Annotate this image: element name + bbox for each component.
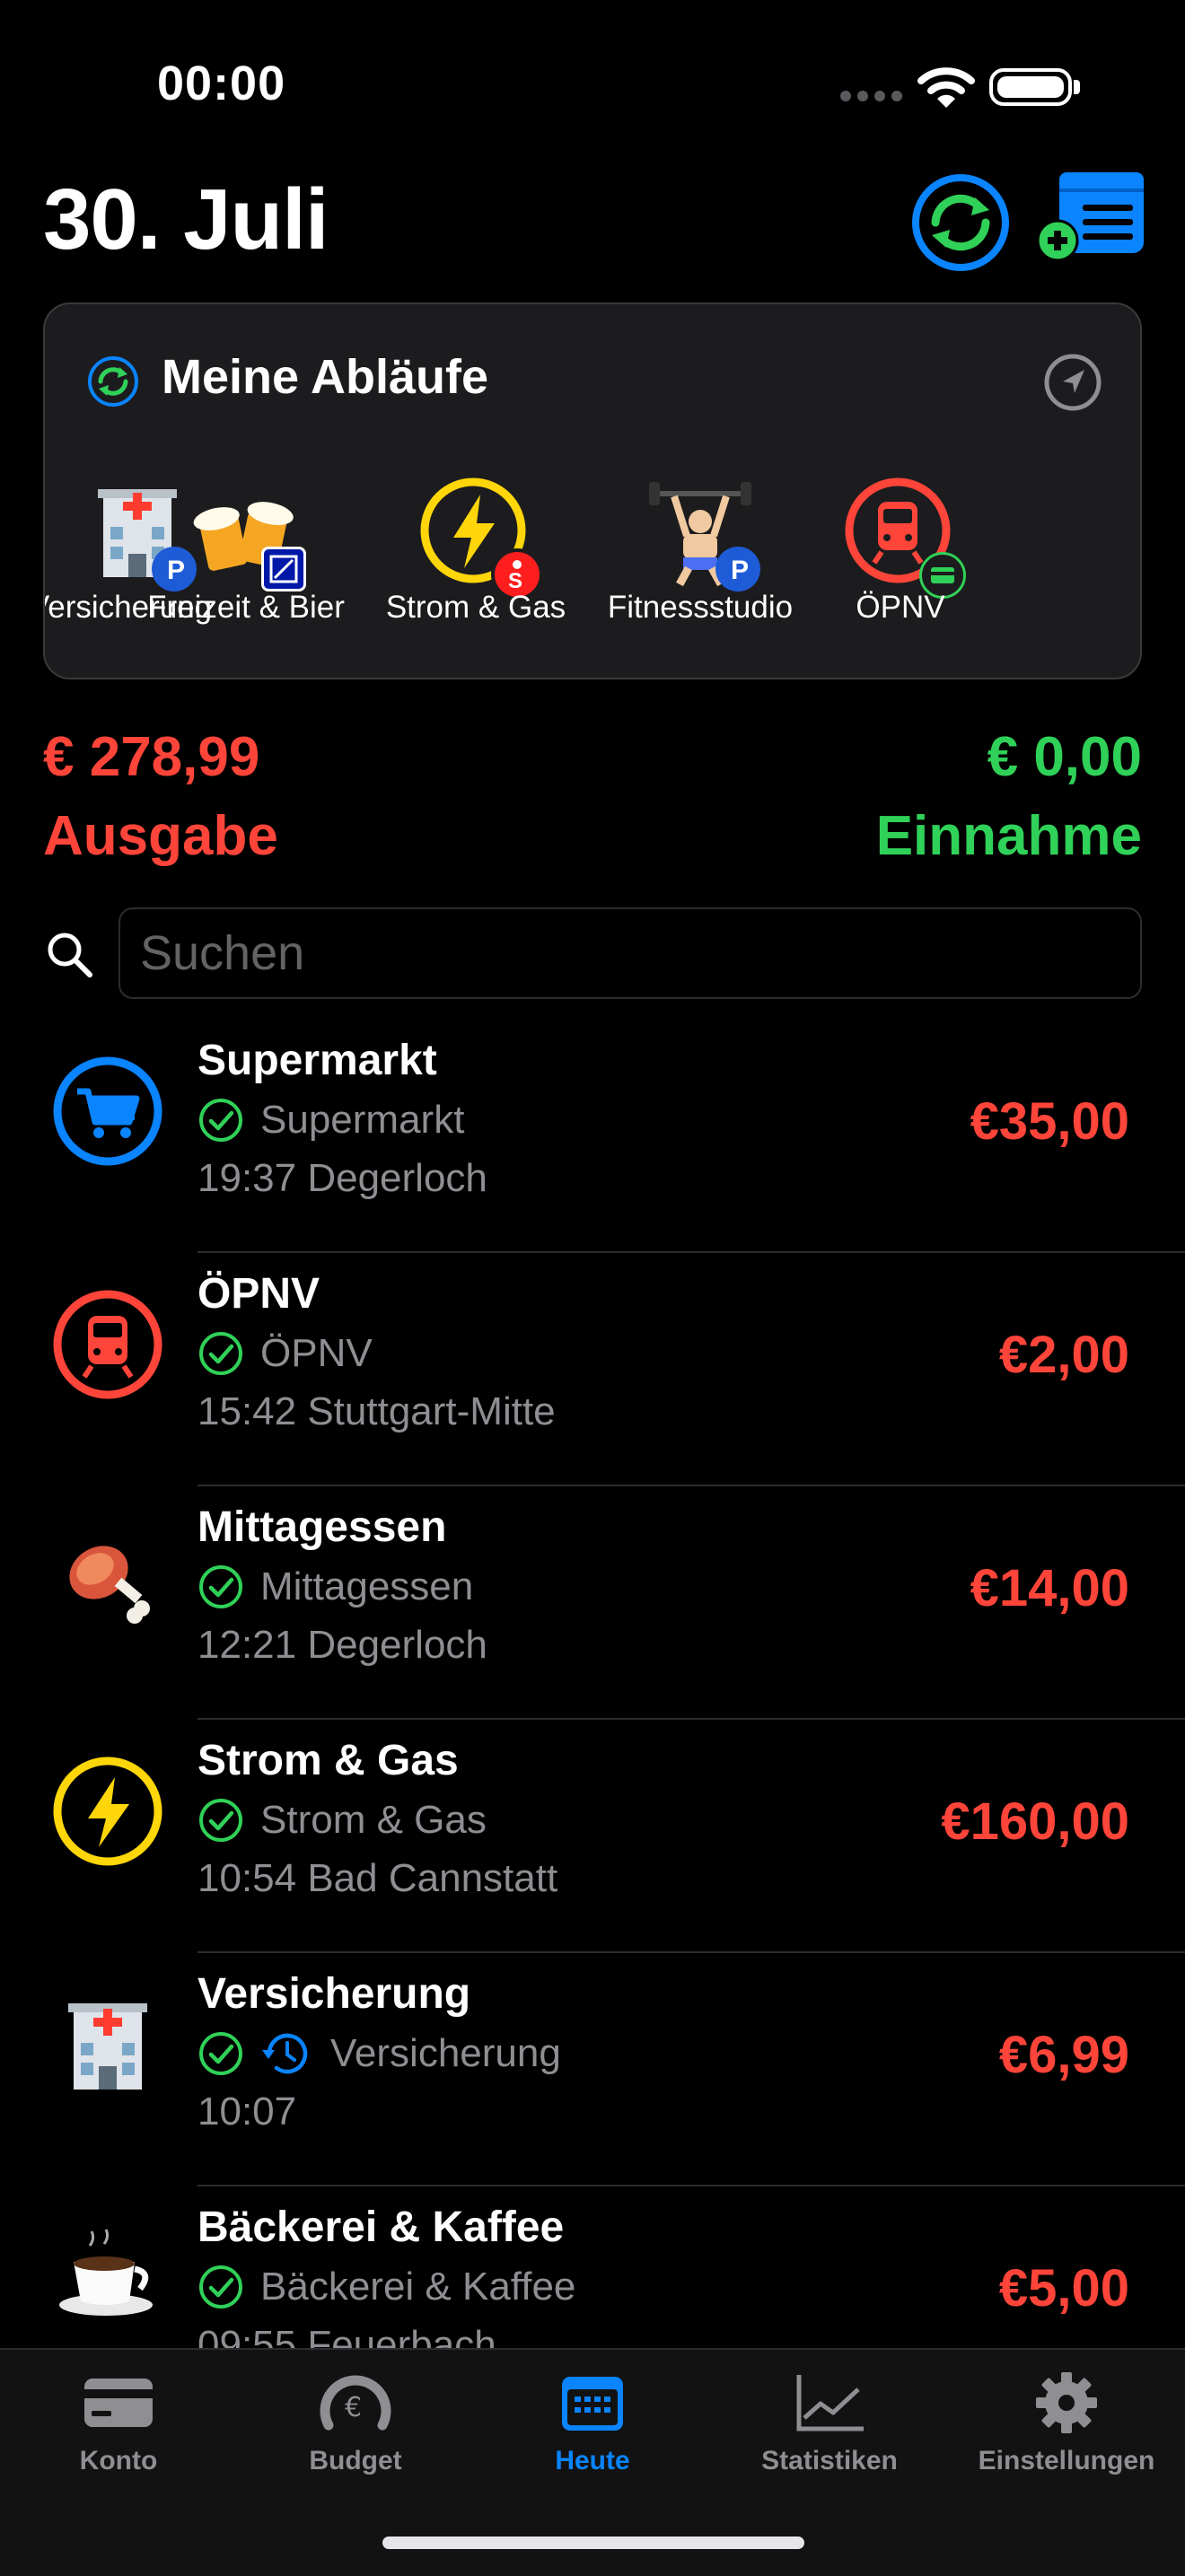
page-title: 30. Juli bbox=[43, 171, 329, 267]
transaction-amount: €6,99 bbox=[998, 2026, 1129, 2084]
tab-einstellungen[interactable]: Einstellungen bbox=[948, 2371, 1185, 2476]
transaction-row[interactable]: Mittagessen Mittagessen 12:21 Degerloch … bbox=[0, 1486, 1185, 1720]
transaction-list: Supermarkt Supermarkt 19:37 Degerloch €3… bbox=[0, 1020, 1185, 2348]
transaction-row[interactable]: Strom & Gas Strom & Gas 10:54 Bad Cannst… bbox=[0, 1720, 1185, 1953]
transaction-time-location: 10:54 Bad Cannstatt bbox=[198, 1856, 558, 1900]
checkmark-circle-icon bbox=[199, 2265, 242, 2309]
expense-total: € 278,99 bbox=[43, 726, 260, 788]
transaction-row[interactable]: Supermarkt Supermarkt 19:37 Degerloch €3… bbox=[0, 1020, 1185, 1253]
transaction-title: Bäckerei & Kaffee bbox=[198, 2204, 565, 2251]
credit-card-icon bbox=[84, 2379, 153, 2427]
paypal-icon: P bbox=[715, 547, 760, 591]
search-input[interactable] bbox=[118, 907, 1142, 999]
battery-icon bbox=[989, 68, 1072, 106]
checkmark-circle-icon bbox=[199, 1565, 242, 1608]
location-arrow-icon[interactable] bbox=[1043, 353, 1102, 412]
transaction-category: Mittagessen bbox=[260, 1564, 474, 1608]
transaction-category: ÖPNV bbox=[260, 1331, 373, 1375]
transaction-amount: €14,00 bbox=[970, 1559, 1129, 1617]
chart-line-icon bbox=[796, 2375, 864, 2431]
wifi-icon bbox=[917, 67, 975, 108]
routines-title: Meine Abläufe bbox=[162, 350, 489, 404]
checkmark-circle-icon bbox=[199, 2032, 242, 2075]
transaction-title: Strom & Gas bbox=[198, 1737, 459, 1784]
calendar-icon bbox=[562, 2377, 623, 2431]
svg-text:P: P bbox=[731, 556, 749, 585]
lightning-icon bbox=[53, 1757, 162, 1866]
sync-button[interactable] bbox=[912, 174, 1054, 316]
checkmark-circle-icon bbox=[199, 1099, 242, 1142]
transaction-time-location: 19:37 Degerloch bbox=[198, 1156, 487, 1200]
battery-tip bbox=[1074, 80, 1080, 94]
transaction-time-location: 15:42 Stuttgart-Mitte bbox=[198, 1389, 556, 1433]
routines-icon bbox=[88, 356, 138, 407]
routine-item-freizeit-bier[interactable]: Freizeit & Bier bbox=[138, 475, 354, 625]
routines-card: Meine Abläufe P Versicherung Freizeit & … bbox=[43, 302, 1142, 679]
checkmark-circle-icon bbox=[199, 1799, 242, 1842]
tab-statistiken[interactable]: Statistiken bbox=[711, 2371, 948, 2476]
svg-text:€: € bbox=[345, 2392, 362, 2423]
transaction-category: Supermarkt bbox=[260, 1098, 465, 1142]
routine-item-fitnessstudio[interactable]: P Fitnessstudio bbox=[592, 475, 808, 625]
weightlifter-icon: P bbox=[642, 475, 760, 591]
routine-item-strom-gas[interactable]: S Strom & Gas bbox=[368, 475, 584, 625]
transaction-amount: €160,00 bbox=[941, 1792, 1129, 1851]
deutsche-bank-icon bbox=[261, 547, 306, 591]
transaction-row[interactable]: Bäckerei & Kaffee Bäckerei & Kaffee 09:5… bbox=[0, 2186, 1185, 2348]
transaction-amount: €5,00 bbox=[998, 2259, 1129, 2318]
transaction-time-location: 10:07 bbox=[198, 2090, 297, 2134]
transaction-row[interactable]: Versicherung Versicherung 10:07 €6,99 bbox=[0, 1953, 1185, 2186]
beer-mugs-icon bbox=[188, 475, 306, 591]
cellular-signal-icon bbox=[840, 91, 902, 101]
search-icon bbox=[48, 933, 92, 977]
train-icon bbox=[53, 1290, 162, 1399]
cart-icon bbox=[53, 1056, 162, 1166]
transaction-title: Mittagessen bbox=[198, 1503, 447, 1551]
transaction-time-location: 12:21 Degerloch bbox=[198, 1623, 487, 1667]
transaction-title: ÖPNV bbox=[198, 1270, 320, 1318]
budget-gauge-icon: € bbox=[320, 2375, 391, 2431]
transaction-title: Supermarkt bbox=[198, 1037, 437, 1084]
transaction-amount: €2,00 bbox=[998, 1326, 1129, 1384]
transaction-amount: €35,00 bbox=[970, 1092, 1129, 1151]
income-total: € 0,00 bbox=[987, 726, 1142, 788]
tab-budget[interactable]: € Budget bbox=[237, 2371, 474, 2476]
income-label: Einnahme bbox=[875, 805, 1142, 867]
expense-label: Ausgabe bbox=[43, 805, 278, 867]
lightning-icon: S bbox=[417, 475, 543, 600]
transaction-row[interactable]: ÖPNV ÖPNV 15:42 Stuttgart-Mitte €2,00 bbox=[0, 1253, 1185, 1486]
add-transaction-button[interactable] bbox=[1038, 172, 1146, 262]
tab-heute[interactable]: Heute bbox=[474, 2371, 711, 2476]
coffee-icon bbox=[59, 2229, 153, 2316]
status-time: 00:00 bbox=[157, 57, 286, 110]
checkmark-circle-icon bbox=[199, 1332, 242, 1375]
transaction-time-location: 09:55 Feuerbach bbox=[198, 2323, 496, 2348]
transaction-title: Versicherung bbox=[198, 1970, 471, 2018]
gear-icon bbox=[1036, 2372, 1097, 2433]
routine-item-oepnv[interactable]: ÖPNV bbox=[793, 475, 1008, 625]
tab-konto[interactable]: Konto bbox=[0, 2371, 237, 2476]
meat-icon bbox=[69, 1546, 150, 1624]
hospital-icon bbox=[68, 2003, 147, 2090]
home-indicator bbox=[382, 2537, 804, 2549]
transaction-category: Strom & Gas bbox=[260, 1798, 487, 1842]
transaction-category: Versicherung bbox=[330, 2031, 561, 2075]
transaction-category: Bäckerei & Kaffee bbox=[260, 2265, 576, 2309]
recurring-clock-icon bbox=[262, 2033, 308, 2074]
train-icon bbox=[842, 475, 966, 599]
